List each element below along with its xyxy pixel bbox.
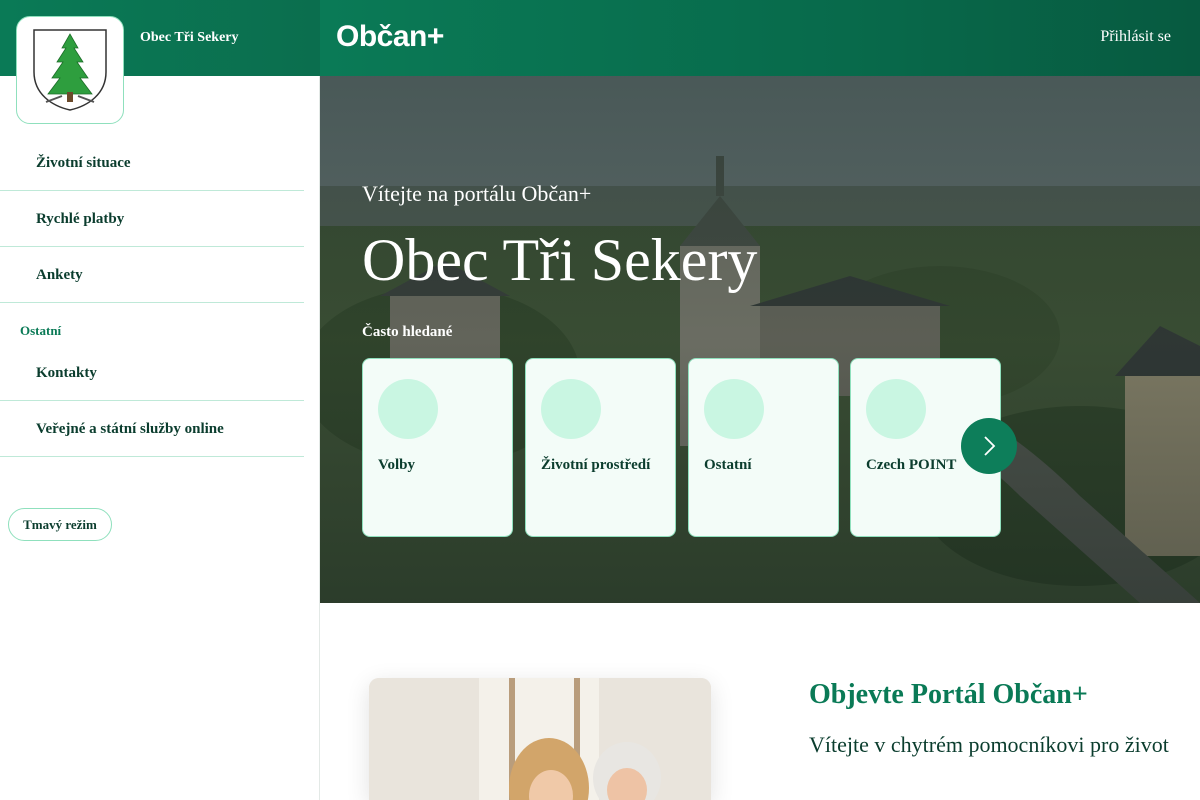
top-header: Občan+ Přihlásit se xyxy=(320,0,1200,76)
card-circle-icon xyxy=(704,379,764,439)
people-photo-image xyxy=(369,678,711,800)
sidebar-item-polls[interactable]: Ankety xyxy=(0,247,304,303)
discover-photo xyxy=(369,678,711,800)
sidebar-nav: Životní situace Rychlé platby Ankety Ost… xyxy=(0,135,304,457)
discover-title: Objevte Portál Občan+ xyxy=(809,679,1088,710)
coat-of-arms-spruce-icon xyxy=(33,29,107,111)
sidebar-item-contacts[interactable]: Kontakty xyxy=(0,345,304,401)
card-label: Ostatní xyxy=(704,457,752,473)
hero-title: Obec Tři Sekery xyxy=(362,227,758,293)
often-searched-label: Často hledané xyxy=(362,324,453,340)
login-link[interactable]: Přihlásit se xyxy=(1100,28,1171,46)
card-circle-icon xyxy=(866,379,926,439)
card-label: Czech POINT xyxy=(866,457,957,473)
chevron-right-icon xyxy=(984,436,996,456)
sidebar-item-public-services[interactable]: Veřejné a státní služby online xyxy=(0,401,304,457)
carousel-next-button[interactable] xyxy=(961,418,1017,474)
municipality-logo[interactable] xyxy=(16,16,124,124)
quick-card-other[interactable]: Ostatní xyxy=(688,358,839,537)
dark-mode-button[interactable]: Tmavý režim xyxy=(8,508,112,541)
quick-card-elections[interactable]: Volby xyxy=(362,358,513,537)
discover-subtitle: Vítejte v chytrém pomocníkovi pro život xyxy=(809,732,1169,757)
sidebar: Obec Tři Sekery Životní situace Rychlé p… xyxy=(0,0,320,800)
sidebar-item-life-situations[interactable]: Životní situace xyxy=(0,135,304,191)
card-circle-icon xyxy=(378,379,438,439)
card-label: Životní prostředí xyxy=(541,457,651,473)
quick-card-environment[interactable]: Životní prostředí xyxy=(525,358,676,537)
sidebar-item-quick-payments[interactable]: Rychlé platby xyxy=(0,191,304,247)
brand-logo[interactable]: Občan+ xyxy=(336,20,444,54)
municipality-name: Obec Tři Sekery xyxy=(140,30,239,45)
hero-banner: Vítejte na portálu Občan+ Obec Tři Seker… xyxy=(320,76,1200,603)
hero-welcome: Vítejte na portálu Občan+ xyxy=(362,181,592,206)
sidebar-section-other: Ostatní xyxy=(20,323,62,338)
card-circle-icon xyxy=(541,379,601,439)
card-label: Volby xyxy=(378,457,415,473)
